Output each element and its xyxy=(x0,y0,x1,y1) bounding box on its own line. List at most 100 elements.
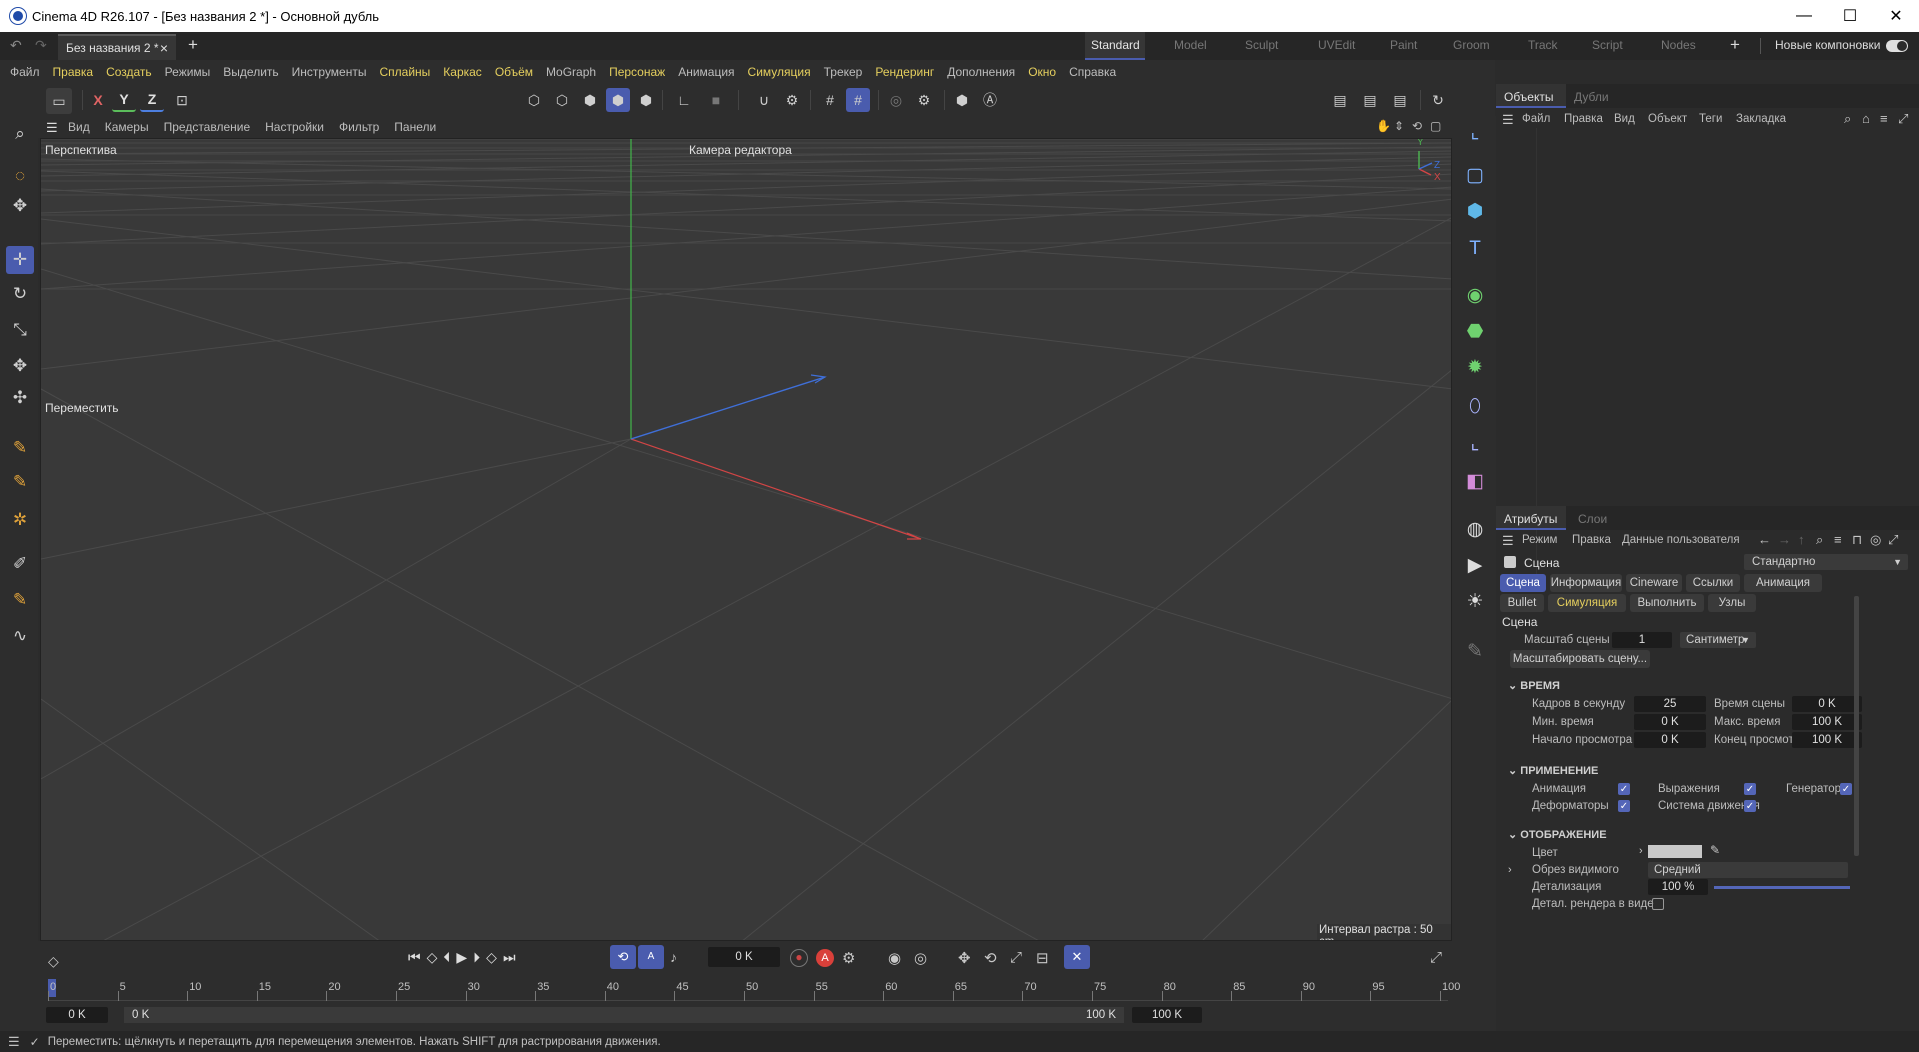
layout-tab-groom[interactable]: Groom xyxy=(1453,38,1490,52)
add-layout-button[interactable]: + xyxy=(1730,35,1740,55)
points-mode-icon[interactable]: ⬡ xyxy=(522,88,546,112)
preset-dropdown[interactable]: Стандартно ▼ xyxy=(1744,554,1908,570)
sound-icon[interactable]: ♪ xyxy=(670,949,677,965)
generators-checkbox[interactable]: ✓ xyxy=(1840,783,1852,795)
cube-object-icon[interactable]: ⬢ xyxy=(1460,196,1490,226)
menu-mograph[interactable]: MoGraph xyxy=(546,65,596,79)
menu-simulation[interactable]: Симуляция xyxy=(748,65,811,79)
back-arrow-icon[interactable]: ← xyxy=(1758,532,1771,547)
maximize-button[interactable]: ☐ xyxy=(1827,0,1873,32)
max-time-field[interactable]: 100 K xyxy=(1792,714,1862,730)
undo-icon[interactable]: ↶ xyxy=(10,37,22,54)
menu-animation[interactable]: Анимация xyxy=(678,65,734,79)
detail-slider[interactable] xyxy=(1714,886,1850,889)
expand-icon[interactable]: ⤢ xyxy=(1888,532,1898,548)
layout-tab-model[interactable]: Model xyxy=(1174,38,1207,52)
lock-icon[interactable]: ⊓ xyxy=(1852,532,1862,548)
attr-tab-links[interactable]: Ссылки xyxy=(1686,574,1740,592)
tab-attributes[interactable]: Атрибуты xyxy=(1504,512,1557,526)
attr-tab-simulation[interactable]: Симуляция xyxy=(1548,594,1626,612)
transfer-tool-icon[interactable]: ✥ xyxy=(6,352,34,380)
viewport-menu-display[interactable]: Представление xyxy=(164,120,251,134)
min-time-field[interactable]: 0 K xyxy=(1634,714,1706,730)
texture-mode-icon[interactable]: ⬢ xyxy=(634,88,658,112)
sketch-tool-icon[interactable]: ✎ xyxy=(6,468,34,496)
layout-tab-standard[interactable]: Standard xyxy=(1091,38,1140,52)
display-section-header[interactable]: ⌄ ОТОБРАЖЕНИЕ xyxy=(1508,828,1607,841)
next-frame-icon[interactable]: ⏵ xyxy=(473,949,480,966)
hamburger-menu-icon[interactable]: ☰ xyxy=(46,120,58,136)
deformer-icon[interactable]: ⬯ xyxy=(1460,392,1490,422)
keyframe-selection-icon[interactable]: ◉ xyxy=(888,949,901,967)
viewport-menu-cameras[interactable]: Камеры xyxy=(105,120,149,134)
record-rotation-icon[interactable]: ⟲ xyxy=(984,949,997,967)
record-position-icon[interactable]: ✥ xyxy=(958,949,971,967)
auto-workplane-icon[interactable]: Ⓐ xyxy=(978,88,1002,112)
rotate-view-icon[interactable]: ⟲ xyxy=(1412,119,1422,133)
render-settings-icon[interactable]: ▤ xyxy=(1388,88,1412,112)
symmetry-settings-icon[interactable]: ⚙ xyxy=(912,88,936,112)
quantize-grid-icon[interactable]: # xyxy=(846,88,870,112)
show-history-icon[interactable]: ↻ xyxy=(1426,88,1450,112)
document-tab[interactable]: Без названия 2 * × xyxy=(58,34,176,60)
objects-menu-tags[interactable]: Теги xyxy=(1699,113,1722,125)
key-settings-icon[interactable]: ⚙ xyxy=(842,949,855,967)
layout-tab-paint[interactable]: Paint xyxy=(1390,38,1417,52)
edges-mode-icon[interactable]: ⬡ xyxy=(550,88,574,112)
playback-rate-icon[interactable]: A xyxy=(638,945,664,969)
menu-volume[interactable]: Объём xyxy=(495,65,533,79)
search-icon[interactable]: ⌕ xyxy=(1844,111,1851,127)
cube-primitive-icon[interactable]: ▢ xyxy=(1460,160,1490,190)
objects-menu-bookmarks[interactable]: Закладка xyxy=(1736,113,1786,125)
toggle-viewport-icon[interactable]: ▢ xyxy=(1430,119,1441,133)
redo-icon[interactable]: ↷ xyxy=(35,37,47,54)
prev-key-icon[interactable]: ◇ xyxy=(427,949,438,966)
render-to-picture-viewer-icon[interactable]: ▤ xyxy=(1358,88,1382,112)
viewport-perspective[interactable]: Перспектива Камера редактора Y Z X Перем… xyxy=(40,138,1452,941)
menu-create[interactable]: Создать xyxy=(106,65,152,79)
attributes-hamburger-icon[interactable]: ☰ xyxy=(1502,533,1514,549)
render-detail-checkbox[interactable] xyxy=(1652,898,1664,910)
light-icon[interactable]: ☀ xyxy=(1460,586,1490,616)
animation-checkbox[interactable]: ✓ xyxy=(1618,783,1630,795)
timeline-record-icon[interactable]: ◎ xyxy=(914,949,927,967)
recent-objects-icon[interactable]: ▭ xyxy=(46,88,72,114)
objects-menu-view[interactable]: Вид xyxy=(1614,113,1635,125)
environment-icon[interactable]: ◍ xyxy=(1460,514,1490,544)
menu-splines[interactable]: Сплайны xyxy=(379,65,430,79)
layout-tab-script[interactable]: Script xyxy=(1592,38,1623,52)
home-icon[interactable]: ⌂ xyxy=(1862,111,1870,126)
viewport-menu-options[interactable]: Настройки xyxy=(265,120,324,134)
play-icon[interactable]: ▶ xyxy=(456,949,467,966)
scene-scale-unit-dropdown[interactable]: Сантиметр ▼ xyxy=(1680,632,1756,648)
scene-scale-field[interactable]: 1 xyxy=(1612,632,1672,648)
current-frame-field[interactable]: 0 K xyxy=(708,947,780,967)
objects-menu-file[interactable]: Файл xyxy=(1522,113,1550,125)
smooth-tool-icon[interactable]: ∿ xyxy=(6,622,34,650)
filter-icon[interactable]: ≡ xyxy=(1834,532,1842,547)
spline-pen-icon[interactable]: ✎ xyxy=(6,434,34,462)
next-key-icon[interactable]: ◇ xyxy=(486,949,497,966)
attr-tab-nodes[interactable]: Узлы xyxy=(1708,594,1756,612)
chevron-right-icon[interactable]: › xyxy=(1639,845,1643,857)
loop-icon[interactable]: ⟲ xyxy=(610,945,636,969)
placement-tool-icon[interactable]: ✣ xyxy=(6,384,34,412)
pencil-icon[interactable]: ✎ xyxy=(1460,636,1490,666)
menu-extensions[interactable]: Дополнения xyxy=(947,65,1015,79)
expressions-checkbox[interactable]: ✓ xyxy=(1744,783,1756,795)
objects-menu-edit[interactable]: Правка xyxy=(1564,113,1603,125)
menu-render[interactable]: Рендеринг xyxy=(875,65,934,79)
attr-tab-execute[interactable]: Выполнить xyxy=(1630,594,1704,612)
search-icon[interactable]: ⌕ xyxy=(6,120,34,148)
record-param-icon[interactable]: ⊟ xyxy=(1036,949,1049,967)
menu-window[interactable]: Окно xyxy=(1028,65,1056,79)
viewport-menu-view[interactable]: Вид xyxy=(68,120,90,134)
viewport-menu-panel[interactable]: Панели xyxy=(394,120,436,134)
tab-takes[interactable]: Дубли xyxy=(1574,90,1609,104)
subdivision-icon[interactable]: ◉ xyxy=(1460,280,1490,310)
dolly-view-icon[interactable]: ⇕ xyxy=(1394,119,1404,133)
brush-tool-icon[interactable]: ✐ xyxy=(6,550,34,578)
keyframe-mode-icon[interactable]: ◇ xyxy=(48,953,59,970)
text-object-icon[interactable]: T xyxy=(1460,234,1490,264)
select-live-icon[interactable]: ◌ xyxy=(6,162,34,190)
